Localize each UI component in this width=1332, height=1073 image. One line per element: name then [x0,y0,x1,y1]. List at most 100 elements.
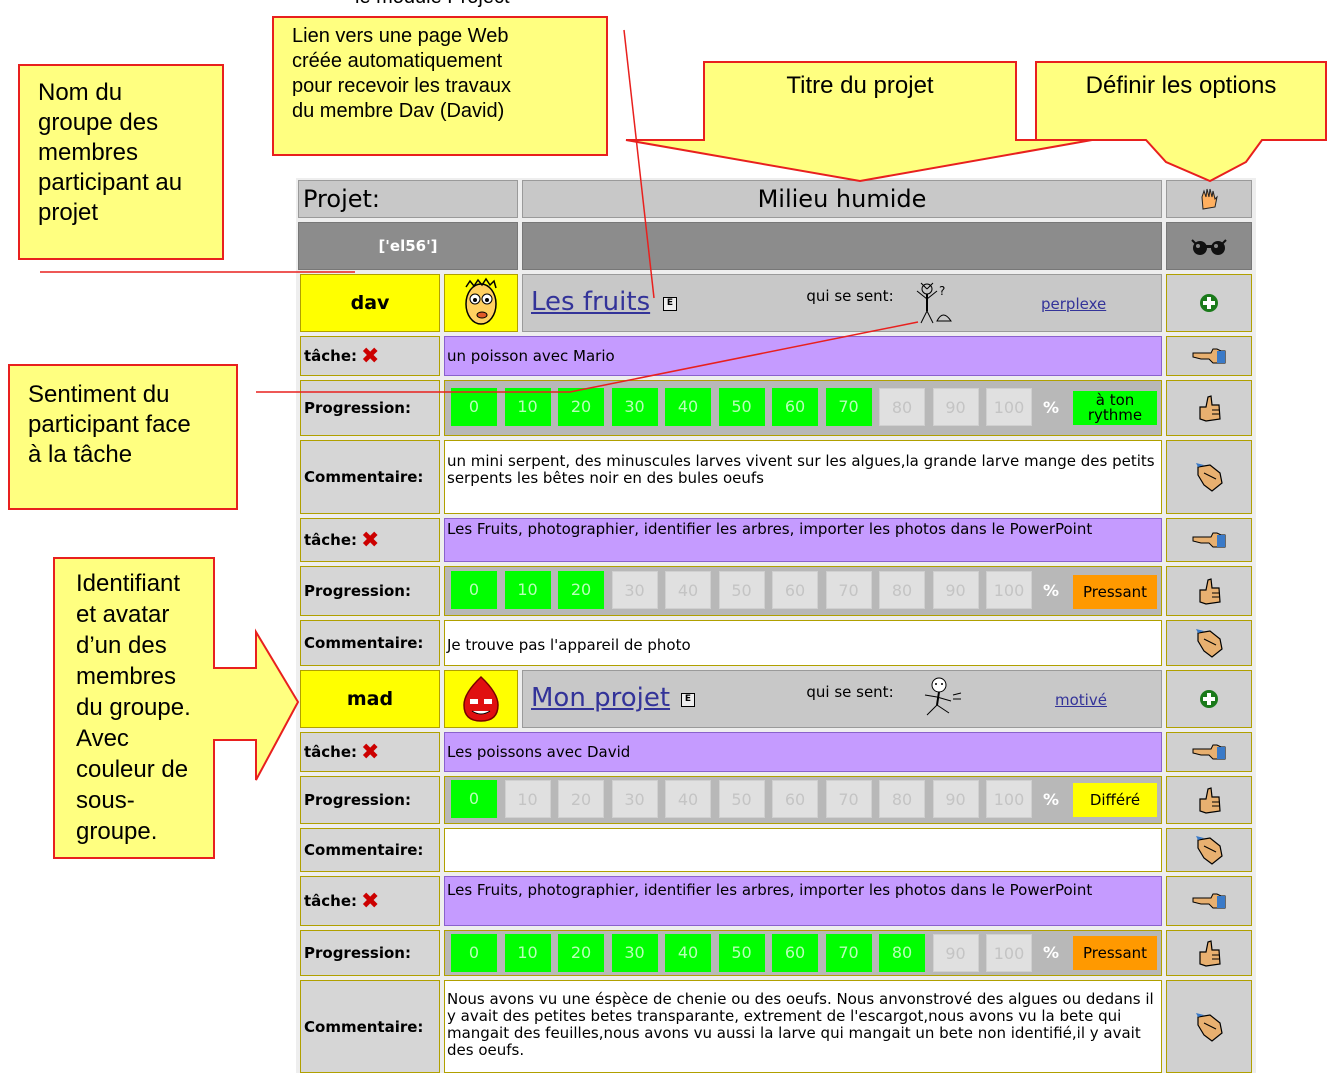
progress-bar[interactable]: % à ton rythme 0 10 20 30 40 50 60 70 80 90 100 [444,380,1162,436]
thumbs-up-button[interactable] [1166,930,1252,976]
member-project-link[interactable]: Mon projet [531,683,670,713]
thumbs-up-icon [1199,395,1221,422]
member-id-dav: dav [300,274,440,332]
progress-label: Progression: [300,380,440,436]
progress-segment-10[interactable]: 10 [504,934,551,972]
project-info-dav: Les fruits E qui se sent: ? perplexe [522,274,1162,332]
callout-member-id-line: couleur de [76,756,189,783]
progress-segment-0[interactable]: 0 [451,780,497,818]
edit-task-button[interactable] [1166,732,1252,772]
progress-segment-70[interactable]: 70 [825,780,872,818]
progress-segment-10[interactable]: 10 [504,388,551,426]
progress-segment-50[interactable]: 50 [718,934,765,972]
member-project-link[interactable]: Les fruits [531,287,650,317]
progress-segment-90[interactable]: 90 [932,934,979,972]
progress-segment-20[interactable]: 20 [558,934,604,972]
member-feeling-link[interactable]: perplexe [1041,295,1106,313]
options-hand-button[interactable] [1166,180,1252,218]
progress-bar[interactable]: % Différé 0 10 20 30 40 50 60 70 80 90 100 [444,776,1162,824]
thumbs-up-button[interactable] [1166,566,1252,616]
edit-task-button[interactable] [1166,518,1252,562]
progress-segment-10[interactable]: 10 [504,780,551,818]
progress-segment-20[interactable]: 20 [558,388,604,426]
progress-segment-80[interactable]: 80 [879,388,925,426]
add-task-button[interactable] [1166,274,1252,332]
progress-segment-60[interactable]: 60 [772,571,818,609]
delete-task-icon[interactable]: ✖ [361,528,379,553]
callout-member-id-line: Avec [76,725,129,752]
member-feeling-link[interactable]: motivé [1055,691,1107,709]
progress-segment-100[interactable]: 100 [986,780,1032,818]
comment-button[interactable] [1166,620,1252,666]
delete-task-icon[interactable]: ✖ [361,344,379,369]
progress-segment-100[interactable]: 100 [986,388,1032,426]
task-label: tâche: ✖ [300,732,440,772]
delete-task-icon[interactable]: ✖ [361,889,379,914]
progress-status-badge[interactable]: à ton rythme [1073,391,1157,425]
progress-segment-60[interactable]: 60 [772,388,818,426]
external-page-icon[interactable]: E [681,693,695,707]
member-id-mad: mad [300,670,440,728]
delete-task-icon[interactable]: ✖ [361,740,379,765]
view-glasses-button[interactable] [1166,222,1252,270]
progress-segment-70[interactable]: 70 [825,388,872,426]
progress-segment-100[interactable]: 100 [986,571,1032,609]
callout-options-text: Définir les options [1085,72,1277,99]
comment-label: Commentaire: [300,620,440,666]
edit-task-button[interactable] [1166,336,1252,376]
progress-segment-50[interactable]: 50 [718,388,765,426]
thumbs-up-button[interactable] [1166,776,1252,824]
progress-segment-20[interactable]: 20 [558,571,604,609]
progress-segment-0[interactable]: 0 [451,934,497,972]
progress-segment-60[interactable]: 60 [772,780,818,818]
add-task-button[interactable] [1166,670,1252,728]
progress-bar[interactable]: % Pressant 0 10 20 30 40 50 60 70 80 90 100 [444,566,1162,616]
thumbs-up-button[interactable] [1166,380,1252,436]
progress-segment-50[interactable]: 50 [718,571,765,609]
callout-group-name-line: membres [38,139,139,166]
progress-segment-80[interactable]: 80 [879,571,925,609]
external-page-icon[interactable]: E [663,297,677,311]
progress-segment-90[interactable]: 90 [932,780,979,818]
comment-button[interactable] [1166,440,1252,514]
progress-segment-30[interactable]: 30 [611,388,658,426]
cartoon-face-icon [465,277,497,325]
progress-segment-50[interactable]: 50 [718,780,765,818]
comment-label: Commentaire: [300,440,440,514]
progress-segment-70[interactable]: 70 [825,571,872,609]
thumbs-up-icon [1199,940,1221,967]
progress-segment-90[interactable]: 90 [932,571,979,609]
task-comment: un mini serpent, des minuscules larves v… [444,440,1162,514]
callout-group-name-line: participant au [38,169,183,196]
progress-segment-0[interactable]: 0 [451,388,497,426]
progress-segment-30[interactable]: 30 [611,934,658,972]
progress-segment-60[interactable]: 60 [772,934,818,972]
progress-segment-40[interactable]: 40 [665,388,711,426]
progress-segment-40[interactable]: 40 [665,571,711,609]
progress-segment-80[interactable]: 80 [879,934,925,972]
callout-member-id-line: groupe. [76,818,158,845]
progress-segment-0[interactable]: 0 [451,571,497,609]
project-info-mad: Mon projet E qui se sent: motivé [522,670,1162,728]
progress-segment-30[interactable]: 30 [611,780,658,818]
progress-status-badge[interactable]: Pressant [1073,936,1157,970]
progress-status-badge[interactable]: Différé [1073,783,1157,817]
progress-segment-80[interactable]: 80 [879,780,925,818]
comment-button[interactable] [1166,828,1252,872]
progress-segment-90[interactable]: 90 [932,388,979,426]
progress-status-badge[interactable]: Pressant [1073,575,1157,609]
task-label-text: tâche: [304,892,358,910]
comment-button[interactable] [1166,980,1252,1073]
edit-task-button[interactable] [1166,876,1252,926]
callout-member-id-line: Identifiant [76,570,181,597]
progress-segment-10[interactable]: 10 [504,571,551,609]
progress-segment-20[interactable]: 20 [558,780,604,818]
progress-segment-40[interactable]: 40 [665,934,711,972]
progress-segment-70[interactable]: 70 [825,934,872,972]
callout-web-link-line: Lien vers une page Web [292,25,509,47]
progress-segment-40[interactable]: 40 [665,780,711,818]
progress-bar[interactable]: % Pressant 0 10 20 30 40 50 60 70 80 90 100 [444,930,1162,976]
writing-hand-icon [1196,836,1223,865]
progress-segment-100[interactable]: 100 [986,934,1032,972]
progress-segment-30[interactable]: 30 [611,571,658,609]
